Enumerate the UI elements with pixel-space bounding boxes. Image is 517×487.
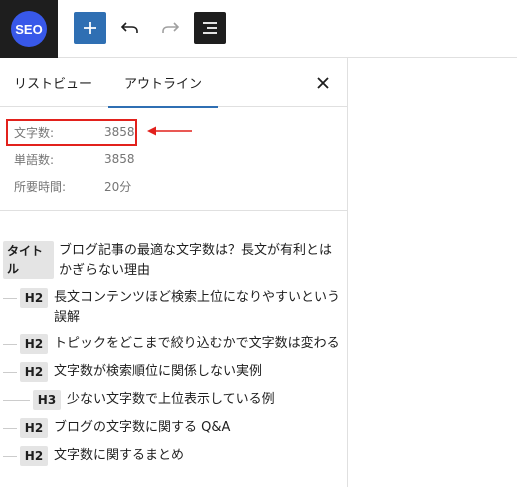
- plus-icon: [84, 22, 96, 34]
- outline-title-item[interactable]: タイトル ブログ記事の最適な文字数は？長文が有利とはかぎらない理由: [3, 241, 343, 281]
- close-icon: [317, 77, 329, 89]
- outline-item[interactable]: H2 文字数に関するまとめ: [0, 446, 344, 466]
- document-stats: 文字数: 3858 単語数: 3858 所要時間: 20分: [0, 107, 348, 211]
- arrow-left-icon: [147, 126, 192, 136]
- add-block-button[interactable]: [74, 12, 106, 44]
- undo-icon: [120, 22, 138, 33]
- heading-level-tag: H3: [33, 390, 61, 410]
- heading-level-tag: H2: [20, 418, 48, 438]
- tab-list-view[interactable]: リストビュー: [14, 58, 92, 107]
- stat-characters: 文字数: 3858: [14, 123, 135, 141]
- document-outline-icon: [203, 22, 217, 34]
- panel-tabs: リストビュー アウトライン: [0, 58, 348, 108]
- stat-value: 3858: [104, 152, 135, 166]
- outline-heading-text: トピックをどこまで絞り込むかで文字数は変わる: [54, 336, 340, 351]
- outline-item[interactable]: H2 トピックをどこまで絞り込むかで文字数は変わる: [0, 334, 344, 354]
- outline-title-text: ブログ記事の最適な文字数は？長文が有利とはかぎらない理由: [59, 243, 333, 278]
- redo-icon: [162, 22, 180, 33]
- outline-heading-text: ブログの文字数に関する Q&A: [54, 420, 231, 435]
- heading-level-tag: H2: [20, 362, 48, 382]
- outline-heading-text: 長文コンテンツほど検索上位になりやすいという誤解: [54, 290, 341, 325]
- site-logo-area[interactable]: SEO: [0, 0, 58, 58]
- outline-heading-text: 少ない文字数で上位表示している例: [67, 392, 275, 407]
- heading-level-tag: H2: [20, 446, 48, 466]
- heading-level-tag: H2: [20, 334, 48, 354]
- outline-connector: [3, 298, 17, 299]
- outline-connector: [3, 344, 17, 345]
- document-overview-button[interactable]: [194, 12, 226, 44]
- outline-connector: [3, 400, 30, 401]
- stat-value: 3858: [104, 125, 135, 139]
- outline-connector: [3, 456, 17, 457]
- undo-button[interactable]: [114, 12, 146, 44]
- editor-toolbar: SEO: [0, 0, 517, 58]
- seo-logo: SEO: [11, 11, 47, 47]
- close-panel-button[interactable]: [312, 72, 334, 94]
- title-tag: タイトル: [3, 241, 54, 279]
- outline-item[interactable]: H3 少ない文字数で上位表示している例: [0, 390, 344, 410]
- document-overview-panel: リストビュー アウトライン 文字数: 3858 単語数: 3858 所要時間: …: [0, 58, 348, 487]
- outline-item[interactable]: H2 ブログの文字数に関する Q&A: [0, 418, 344, 438]
- heading-level-tag: H2: [20, 288, 48, 308]
- stat-reading-time: 所要時間: 20分: [14, 177, 131, 195]
- outline-connector: [3, 428, 17, 429]
- stat-label: 文字数:: [14, 125, 55, 140]
- outline-connector: [3, 372, 17, 373]
- tab-outline[interactable]: アウトライン: [108, 58, 218, 108]
- stat-label: 単語数:: [14, 152, 55, 167]
- outline-heading-text: 文字数に関するまとめ: [54, 448, 185, 463]
- outline-item[interactable]: H2 長文コンテンツほど検索上位になりやすいという誤解: [0, 288, 344, 328]
- stat-label: 所要時間:: [14, 179, 67, 194]
- stat-value: 20分: [104, 179, 132, 194]
- outline-item[interactable]: H2 文字数が検索順位に関係しない実例: [0, 362, 344, 382]
- redo-button[interactable]: [154, 12, 186, 44]
- stat-words: 単語数: 3858: [14, 150, 135, 168]
- editor-canvas[interactable]: [349, 59, 517, 487]
- outline-heading-text: 文字数が検索順位に関係しない実例: [54, 364, 263, 379]
